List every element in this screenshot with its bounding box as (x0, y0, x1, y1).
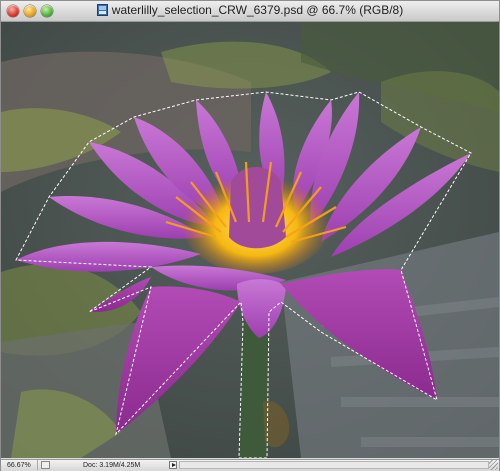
image-canvas[interactable] (1, 22, 499, 458)
status-bar: 66.67% Doc: 3.19M/4.25M (1, 459, 499, 471)
psd-document-icon (96, 4, 108, 16)
resize-grip[interactable] (489, 460, 498, 470)
window-title-text: waterlilly_selection_CRW_6379.psd @ 66.7… (111, 3, 404, 17)
export-icon[interactable] (41, 461, 50, 469)
window-title: waterlilly_selection_CRW_6379.psd @ 66.7… (1, 3, 499, 17)
waterlily-photo (1, 22, 499, 458)
title-bar[interactable]: waterlilly_selection_CRW_6379.psd @ 66.7… (1, 1, 499, 22)
horizontal-scrollbar[interactable] (179, 461, 489, 469)
document-size-info: Doc: 3.19M/4.25M (83, 462, 141, 469)
zoom-level-field[interactable]: 66.67% (5, 460, 38, 470)
triangle-right-icon[interactable] (169, 461, 177, 469)
document-window: waterlilly_selection_CRW_6379.psd @ 66.7… (0, 0, 500, 471)
